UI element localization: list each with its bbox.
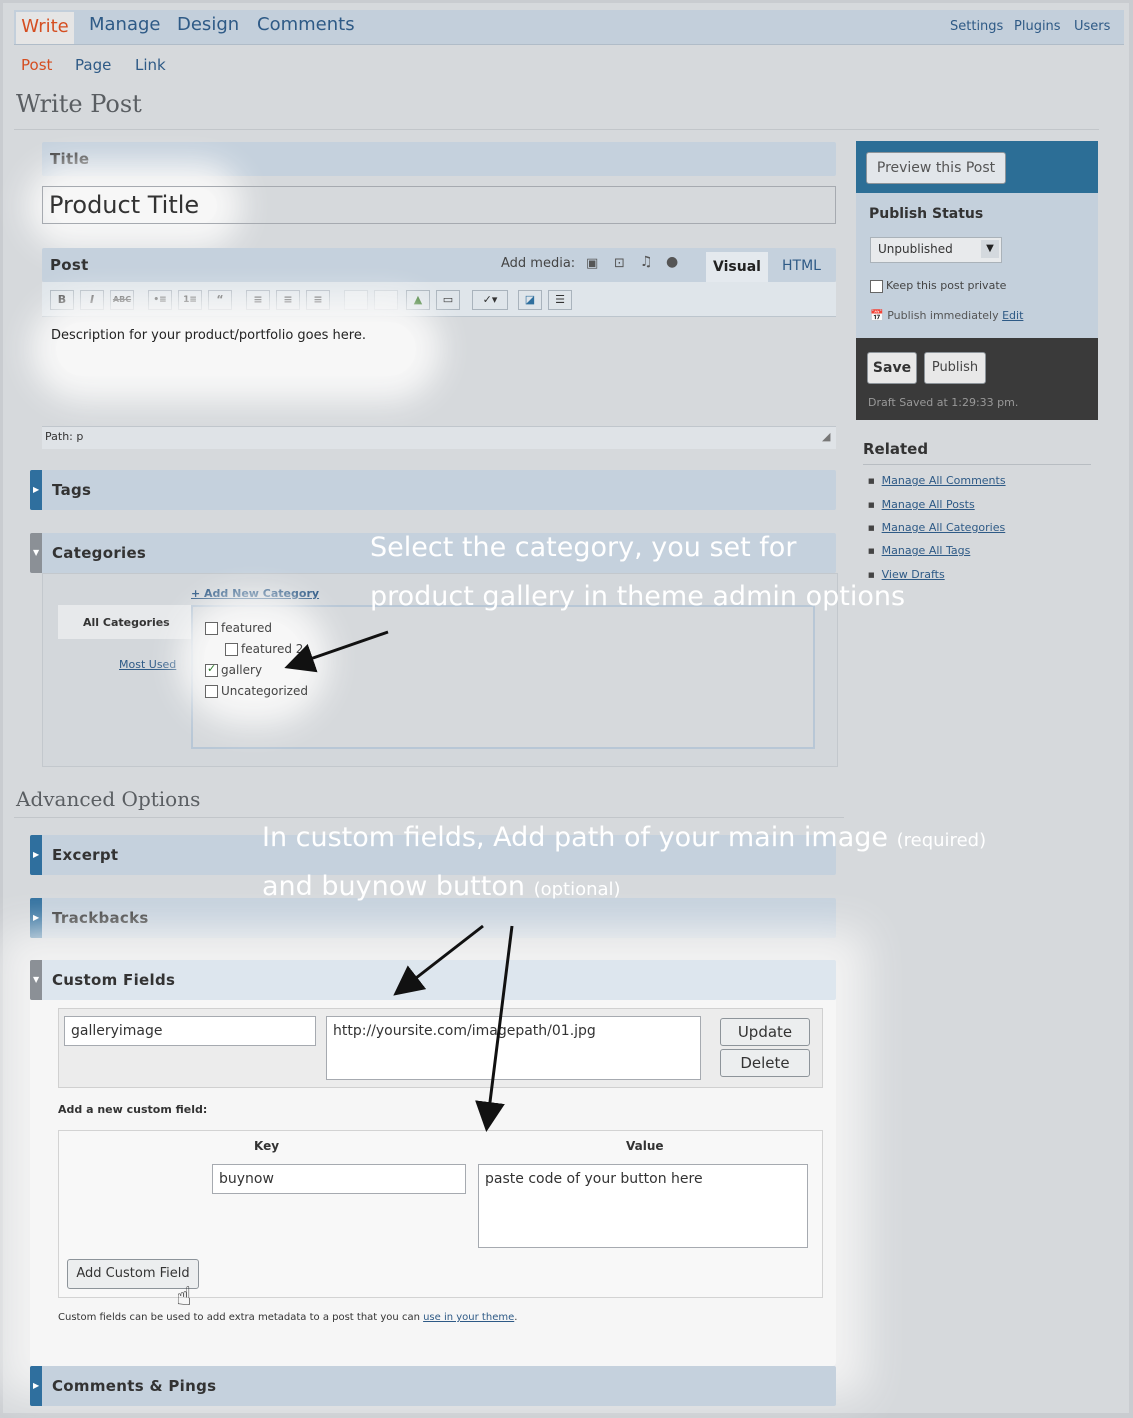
arrow-to-gallery bbox=[284, 630, 389, 673]
annotation-arrows bbox=[284, 630, 514, 1132]
arrow-to-key-field bbox=[393, 924, 484, 996]
arrow-to-value-field bbox=[475, 925, 514, 1132]
